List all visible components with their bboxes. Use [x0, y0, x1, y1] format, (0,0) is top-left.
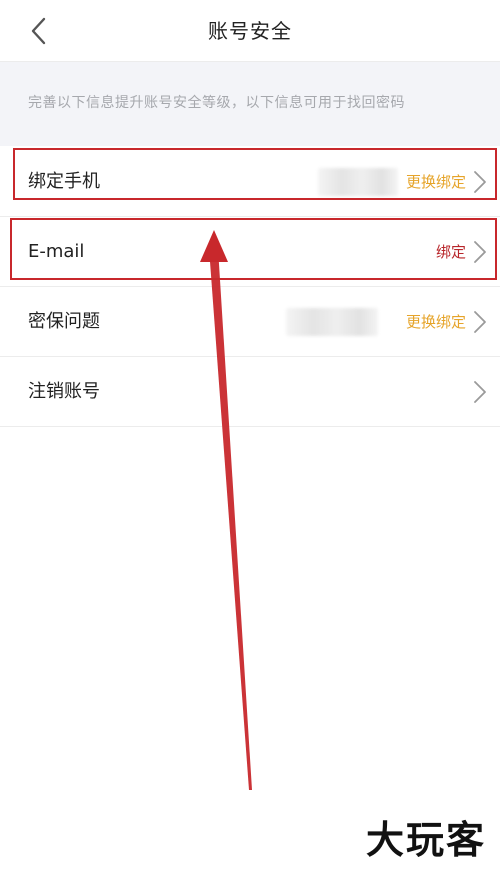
security-question-row[interactable]: 密保问题 更换绑定	[0, 287, 500, 357]
chevron-right-icon	[474, 381, 486, 403]
security-hint-text: 完善以下信息提升账号安全等级，以下信息可用于找回密码	[28, 95, 405, 111]
chevron-right-icon	[474, 171, 486, 193]
change-binding-question-action[interactable]: 更换绑定	[406, 287, 466, 357]
email-label: E-mail	[28, 241, 85, 262]
security-question-label: 密保问题	[28, 311, 100, 332]
account-security-screen: 账号安全 完善以下信息提升账号安全等级，以下信息可用于找回密码 绑定手机 更换绑…	[0, 0, 500, 876]
back-button[interactable]	[22, 14, 56, 48]
chevron-left-icon	[31, 17, 46, 45]
bind-email-action[interactable]: 绑定	[436, 217, 466, 287]
chevron-right-icon	[474, 311, 486, 333]
page-title: 账号安全	[208, 19, 292, 43]
change-binding-phone-action[interactable]: 更换绑定	[406, 147, 466, 217]
deactivate-account-row[interactable]: 注销账号	[0, 357, 500, 427]
bind-phone-label: 绑定手机	[28, 171, 100, 192]
watermark-logo: 大玩客	[365, 818, 486, 862]
masked-phone-value	[318, 168, 398, 196]
bind-phone-row[interactable]: 绑定手机 更换绑定	[0, 147, 500, 217]
deactivate-account-label: 注销账号	[28, 381, 100, 402]
top-nav-bar: 账号安全	[0, 0, 500, 62]
masked-security-question-value	[286, 308, 378, 336]
email-row[interactable]: E-mail 绑定	[0, 217, 500, 287]
security-hint-banner: 完善以下信息提升账号安全等级，以下信息可用于找回密码	[0, 62, 500, 146]
chevron-right-icon	[474, 241, 486, 263]
